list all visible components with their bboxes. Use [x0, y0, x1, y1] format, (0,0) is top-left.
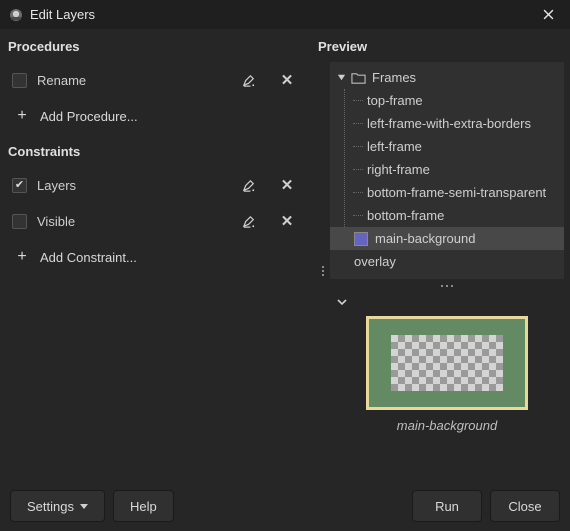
constraints-heading: Constraints — [6, 134, 308, 167]
add-constraint-button[interactable]: + Add Constraint... — [6, 239, 308, 275]
constraint-row: Layers ✕ — [6, 167, 308, 203]
tree-leaf[interactable]: left-frame — [353, 135, 564, 158]
add-procedure-label: Add Procedure... — [40, 109, 138, 124]
remove-icon[interactable]: ✕ — [268, 169, 306, 201]
app-icon — [8, 7, 24, 23]
procedure-row: Rename ✕ — [6, 62, 308, 98]
collapse-icon[interactable] — [336, 72, 347, 83]
constraint-checkbox[interactable] — [12, 178, 27, 193]
content: Procedures Rename ✕ + Add Procedure... C… — [0, 29, 570, 481]
edit-icon[interactable] — [230, 169, 268, 201]
titlebar: Edit Layers — [0, 0, 570, 29]
layer-tree: Frames top-frame left-frame-with-extra-b… — [330, 62, 564, 279]
tree-group-label: Frames — [372, 70, 416, 85]
layer-thumb-icon — [354, 232, 368, 246]
run-button[interactable]: Run — [412, 490, 482, 522]
checker-pattern — [391, 335, 503, 391]
drag-handle-icon[interactable] — [316, 262, 330, 276]
tree-layer-label: overlay — [354, 254, 396, 269]
constraint-label: Visible — [37, 214, 230, 229]
settings-button[interactable]: Settings — [10, 490, 105, 522]
preview-thumbnail — [366, 316, 528, 410]
remove-icon[interactable]: ✕ — [268, 205, 306, 237]
folder-icon — [351, 71, 366, 85]
add-constraint-label: Add Constraint... — [40, 250, 137, 265]
tree-layer-selected[interactable]: main-background — [330, 227, 564, 250]
plus-icon: + — [14, 249, 30, 265]
preview-heading: Preview — [316, 33, 564, 62]
left-column: Procedures Rename ✕ + Add Procedure... C… — [6, 33, 314, 477]
help-button[interactable]: Help — [113, 490, 174, 522]
preview-area: main-background — [330, 291, 564, 433]
window-title: Edit Layers — [30, 7, 526, 22]
tree-leaf[interactable]: bottom-frame — [353, 204, 564, 227]
constraint-checkbox[interactable] — [12, 214, 27, 229]
chevron-down-icon[interactable] — [336, 296, 348, 308]
tree-leaf[interactable]: top-frame — [353, 89, 564, 112]
window-close-button[interactable] — [526, 0, 570, 29]
edit-icon[interactable] — [230, 64, 268, 96]
constraint-row: Visible ✕ — [6, 203, 308, 239]
procedures-heading: Procedures — [6, 33, 308, 62]
constraint-label: Layers — [37, 178, 230, 193]
edit-icon[interactable] — [230, 205, 268, 237]
tree-layer-label: main-background — [375, 231, 475, 246]
bottom-bar: Settings Help Run Close — [0, 481, 570, 531]
tree-group[interactable]: Frames — [330, 66, 564, 89]
procedure-checkbox[interactable] — [12, 73, 27, 88]
tree-leaf[interactable]: right-frame — [353, 158, 564, 181]
tree-leaf[interactable]: left-frame-with-extra-borders — [353, 112, 564, 135]
right-column: Preview Frames top-frame left-frame-with… — [314, 33, 564, 477]
add-procedure-button[interactable]: + Add Procedure... — [6, 98, 308, 134]
close-button[interactable]: Close — [490, 490, 560, 522]
drag-handle-icon[interactable] — [330, 279, 564, 289]
procedure-label: Rename — [37, 73, 230, 88]
remove-icon[interactable]: ✕ — [268, 64, 306, 96]
plus-icon: + — [14, 108, 30, 124]
tree-leaf[interactable]: bottom-frame-semi-transparent — [353, 181, 564, 204]
tree-layer[interactable]: overlay — [330, 250, 564, 273]
preview-caption: main-background — [330, 418, 564, 433]
